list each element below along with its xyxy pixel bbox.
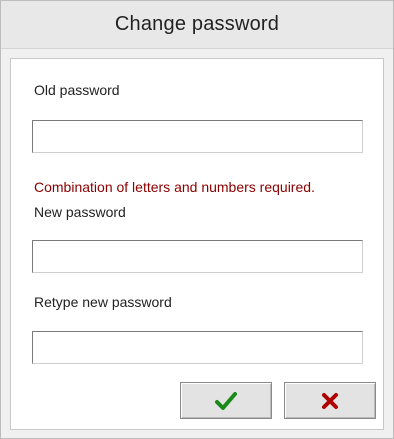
new-password-field[interactable] [32,240,363,273]
old-password-label: Old password [34,82,120,98]
close-icon [322,392,338,409]
new-password-label: New password [34,204,126,220]
checkmark-icon [215,391,237,410]
form-panel: Old password Combination of letters and … [10,58,384,430]
dialog-title: Change password [1,1,393,49]
old-password-field[interactable] [32,120,363,153]
change-password-dialog: Change password Old password Combination… [0,0,394,439]
retype-password-label: Retype new password [34,294,172,310]
retype-password-field[interactable] [32,331,363,364]
confirm-button[interactable] [180,382,272,419]
cancel-button[interactable] [284,382,376,419]
password-requirement-hint: Combination of letters and numbers requi… [34,179,315,195]
